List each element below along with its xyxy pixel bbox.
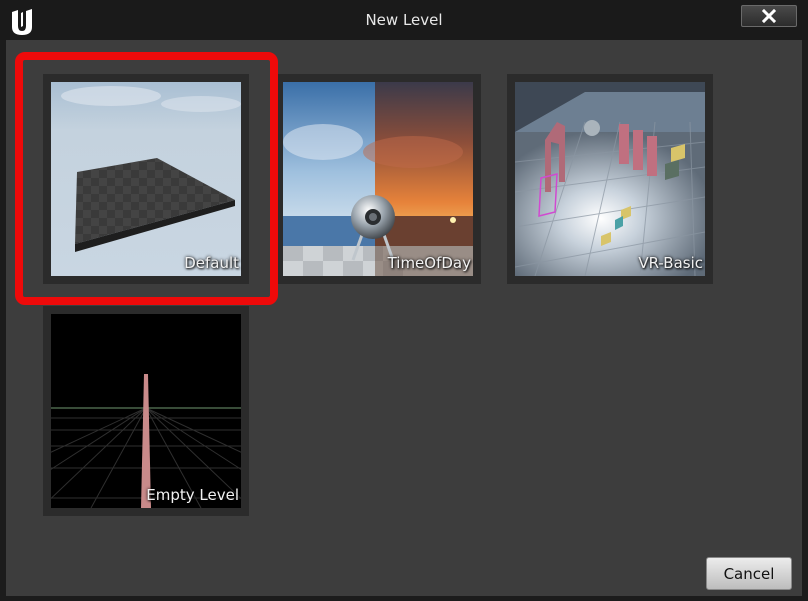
- title-bar[interactable]: New Level: [0, 0, 808, 40]
- cancel-button[interactable]: Cancel: [706, 557, 792, 590]
- template-label: Default: [184, 254, 239, 272]
- template-label: VR-Basic: [638, 254, 703, 272]
- template-tile-empty-level[interactable]: Empty Level: [43, 306, 249, 516]
- template-tile-default[interactable]: Default: [43, 74, 249, 284]
- close-icon: [762, 9, 776, 23]
- template-tile-timeofday[interactable]: TimeOfDay: [275, 74, 481, 284]
- empty-level-thumbnail: [51, 314, 241, 508]
- window-title: New Level: [365, 11, 443, 29]
- close-button[interactable]: [741, 5, 797, 27]
- template-label: Empty Level: [146, 486, 239, 504]
- template-tile-vr-basic[interactable]: VR-Basic: [507, 74, 713, 284]
- vr-basic-thumbnail: [515, 82, 705, 276]
- template-panel: Default TimeOfDay VR-Basic Empty Level: [6, 40, 802, 596]
- new-level-dialog: New Level Default TimeOfDay VR-Basic Emp…: [0, 0, 808, 601]
- default-thumbnail: [51, 82, 241, 276]
- timeofday-thumbnail: [283, 82, 473, 276]
- template-label: TimeOfDay: [387, 254, 471, 272]
